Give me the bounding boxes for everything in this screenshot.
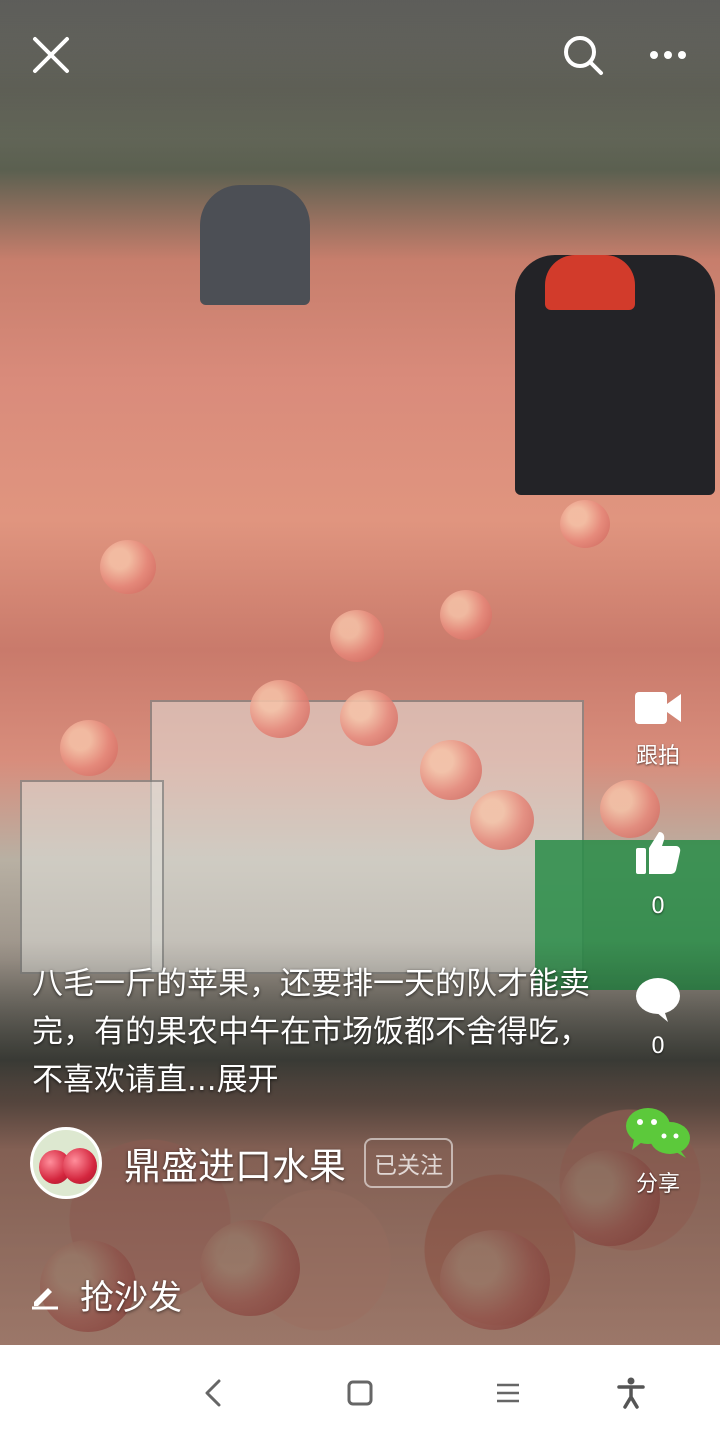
- apple: [100, 540, 156, 594]
- apple: [63, 1148, 97, 1184]
- follow-button[interactable]: 已关注: [364, 1138, 453, 1188]
- close-icon: [33, 37, 69, 73]
- more-dots-icon: [650, 51, 686, 59]
- video-caption[interactable]: 八毛一斤的苹果，还要排一天的队才能卖完，有的果农中午在市场饭都不舍得吃，不喜欢请…: [32, 960, 592, 1104]
- share-label: 分享: [635, 1172, 680, 1197]
- shoot-label: 跟拍: [635, 744, 680, 769]
- nav-back-button[interactable]: [193, 1373, 233, 1413]
- comment-count: 0: [651, 1034, 665, 1059]
- close-button[interactable]: [24, 28, 78, 82]
- shoot-button[interactable]: 跟拍: [620, 688, 696, 770]
- more-button[interactable]: [641, 28, 695, 82]
- comment-bubble-icon: [636, 978, 680, 1022]
- apple: [330, 610, 384, 662]
- person-figure: [200, 185, 310, 305]
- apple: [250, 680, 310, 738]
- comment-placeholder: 抢沙发: [80, 1278, 182, 1318]
- red-cap: [545, 255, 635, 310]
- search-button[interactable]: [556, 28, 610, 82]
- home-icon: [347, 1380, 373, 1406]
- expand-link[interactable]: 展开: [217, 1062, 279, 1098]
- search-icon: [564, 36, 603, 75]
- apple: [560, 500, 610, 548]
- top-gradient: [0, 0, 720, 140]
- share-button[interactable]: 分享: [620, 1104, 696, 1198]
- author-row: 鼎盛进口水果 已关注: [30, 1125, 453, 1201]
- nav-recents-button[interactable]: [488, 1373, 528, 1413]
- caption-text: 八毛一斤的苹果，还要排一天的队才能卖完，有的果农中午在市场饭都不舍得吃，不喜欢请…: [32, 966, 590, 1098]
- wechat-icon: [626, 1108, 690, 1158]
- system-navigation-bar: [0, 1345, 720, 1440]
- video-camera-icon: [635, 692, 681, 724]
- comment-button[interactable]: 0: [620, 976, 696, 1059]
- apple: [440, 590, 492, 640]
- back-icon: [205, 1379, 221, 1407]
- comment-input[interactable]: 抢沙发: [30, 1270, 182, 1319]
- like-count: 0: [651, 894, 665, 919]
- apple: [60, 720, 118, 776]
- accessibility-icon: [617, 1377, 645, 1409]
- author-name[interactable]: 鼎盛进口水果: [124, 1136, 346, 1190]
- pencil-icon: [32, 1287, 58, 1309]
- nav-accessibility-button[interactable]: [611, 1373, 651, 1413]
- nav-home-button[interactable]: [340, 1373, 380, 1413]
- thumbs-up-icon: [636, 832, 681, 874]
- apple: [420, 740, 482, 800]
- avatar[interactable]: [30, 1127, 102, 1199]
- apple: [340, 690, 398, 746]
- apple: [470, 790, 534, 850]
- menu-icon: [497, 1383, 519, 1403]
- like-button[interactable]: 0: [620, 828, 696, 919]
